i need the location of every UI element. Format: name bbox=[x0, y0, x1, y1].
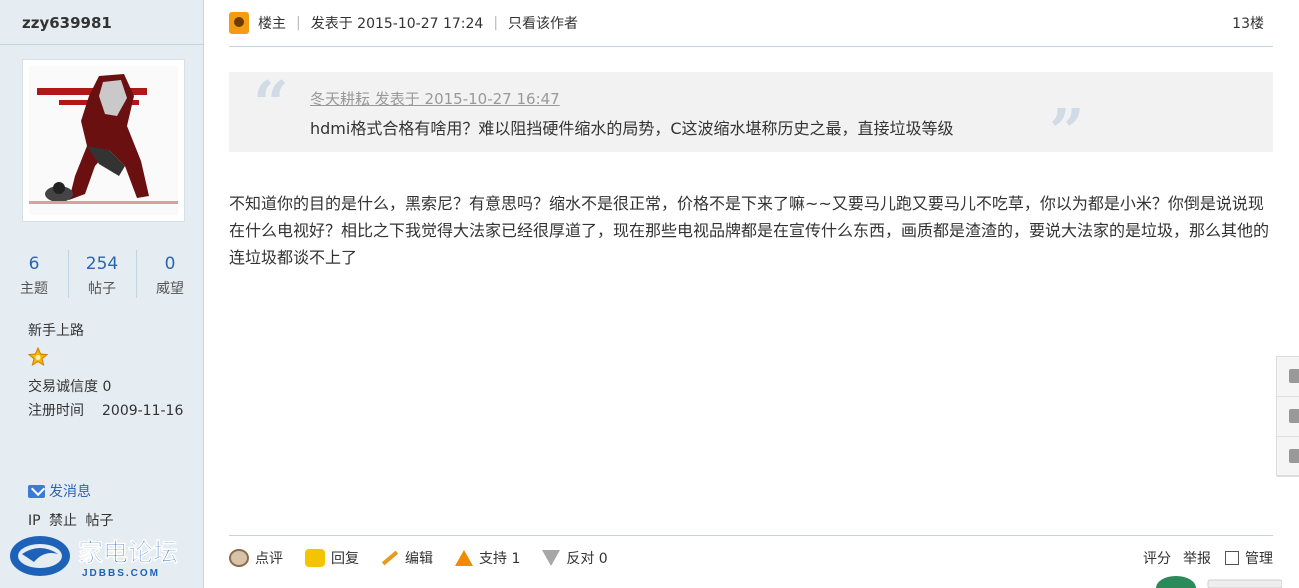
reply-icon bbox=[305, 549, 325, 567]
stat-threads[interactable]: 6 主题 bbox=[0, 250, 68, 300]
reply-button[interactable]: 回复 bbox=[305, 548, 359, 568]
thread-starter-icon bbox=[229, 12, 249, 34]
op-label: 楼主 bbox=[258, 16, 286, 32]
comment-button[interactable]: 点评 bbox=[229, 548, 283, 568]
avatar-image bbox=[29, 66, 178, 215]
floor-number[interactable]: 13楼 bbox=[1232, 13, 1264, 33]
support-button[interactable]: 支持 1 bbox=[455, 548, 520, 568]
floating-toolbar bbox=[1276, 356, 1299, 477]
bottom-widget[interactable] bbox=[1152, 574, 1282, 588]
user-stats: 6 主题 254 帖子 0 威望 bbox=[0, 250, 204, 300]
register-time: 注册时间 2009-11-16 bbox=[28, 400, 183, 420]
logo-text: 家电论坛 bbox=[78, 538, 178, 567]
quote-text: hdmi格式合格有啥用？难以阻挡硬件缩水的局势，C这波缩水堪称历史之最，直接垃圾… bbox=[310, 119, 954, 138]
pencil-icon bbox=[381, 550, 399, 566]
quote-author-link[interactable]: 冬天耕耘 发表于 2015-10-27 16:47 bbox=[310, 88, 560, 109]
stat-num: 0 bbox=[164, 254, 176, 274]
support-label: 支持 1 bbox=[479, 551, 521, 567]
float-button[interactable] bbox=[1277, 437, 1299, 477]
arrow-up-icon bbox=[455, 550, 473, 566]
admin-links: IP 禁止 帖子 bbox=[28, 510, 117, 530]
float-button[interactable] bbox=[1277, 397, 1299, 437]
manage-checkbox[interactable] bbox=[1225, 551, 1239, 565]
post-actions: 点评 回复 编辑 支持 1 反对 0 评分 举报 管理 bbox=[229, 546, 1273, 570]
stat-label: 主题 bbox=[20, 281, 48, 297]
quote-block: “ 冬天耕耘 发表于 2015-10-27 16:47 hdmi格式合格有啥用？… bbox=[229, 67, 1273, 164]
stat-posts[interactable]: 254 帖子 bbox=[68, 250, 136, 300]
grid-icon bbox=[1289, 449, 1299, 463]
send-message-label: 发消息 bbox=[49, 484, 91, 500]
edit-button[interactable]: 编辑 bbox=[381, 548, 433, 568]
share-icon bbox=[1289, 409, 1299, 423]
reply-label: 回复 bbox=[331, 551, 359, 567]
ban-link[interactable]: 禁止 bbox=[49, 513, 77, 529]
register-date: 2009-11-16 bbox=[102, 403, 184, 419]
divider bbox=[229, 535, 1273, 536]
footer-right: 评分 举报 管理 bbox=[1143, 548, 1273, 568]
quote-open-icon: “ bbox=[253, 67, 289, 140]
author-only-link[interactable]: 只看该作者 bbox=[508, 13, 578, 33]
post-time: 发表于 2015-10-27 17:24 bbox=[310, 16, 484, 32]
stat-num: 6 bbox=[28, 254, 40, 274]
post-body: 不知道你的目的是什么，黑索尼？有意思吗？缩水不是很正常，价格不是下来了嘛~~又要… bbox=[229, 194, 1270, 267]
forum-logo[interactable]: 家电论坛 JDBBS.COM bbox=[0, 528, 204, 588]
separator: | bbox=[296, 15, 301, 31]
divider bbox=[0, 44, 204, 45]
edit-label: 编辑 bbox=[405, 551, 433, 567]
chat-icon bbox=[1289, 369, 1299, 383]
posts-link[interactable]: 帖子 bbox=[85, 513, 113, 529]
arrow-down-icon bbox=[542, 550, 561, 566]
float-button[interactable] bbox=[1277, 357, 1299, 397]
manage-label: 管理 bbox=[1245, 551, 1273, 567]
quote-close-icon: ” bbox=[1049, 95, 1085, 168]
stat-prestige[interactable]: 0 威望 bbox=[136, 250, 204, 300]
stat-label: 帖子 bbox=[88, 281, 116, 297]
oppose-label: 反对 0 bbox=[566, 551, 608, 567]
oppose-button[interactable]: 反对 0 bbox=[542, 548, 608, 568]
username-link[interactable]: zzy639981 bbox=[22, 14, 112, 32]
logo-subtext: JDBBS.COM bbox=[82, 568, 160, 579]
send-message-link[interactable]: 发消息 bbox=[28, 481, 91, 501]
mail-icon bbox=[28, 484, 45, 498]
user-rank[interactable]: 新手上路 bbox=[28, 320, 84, 340]
separator: | bbox=[493, 15, 499, 31]
trade-credit: 交易诚信度 0 bbox=[28, 379, 112, 395]
stat-label: 威望 bbox=[156, 281, 184, 297]
ip-link[interactable]: IP bbox=[28, 513, 41, 529]
rate-link[interactable]: 评分 bbox=[1143, 548, 1171, 568]
report-link[interactable]: 举报 bbox=[1183, 548, 1211, 568]
star-icon bbox=[28, 347, 48, 367]
stat-num: 254 bbox=[85, 254, 119, 274]
avatar[interactable] bbox=[22, 59, 185, 222]
user-sidebar: zzy639981 6 主题 254 帖子 0 威望 新手上路 交易诚信度 0 … bbox=[0, 0, 204, 588]
register-label: 注册时间 bbox=[28, 403, 84, 419]
post-header: 楼主 | 发表于 2015-10-27 17:24 | 只看该作者 13楼 bbox=[229, 0, 1273, 47]
manage-toggle[interactable]: 管理 bbox=[1223, 548, 1273, 568]
comment-icon bbox=[229, 549, 249, 567]
comment-label: 点评 bbox=[255, 551, 283, 567]
